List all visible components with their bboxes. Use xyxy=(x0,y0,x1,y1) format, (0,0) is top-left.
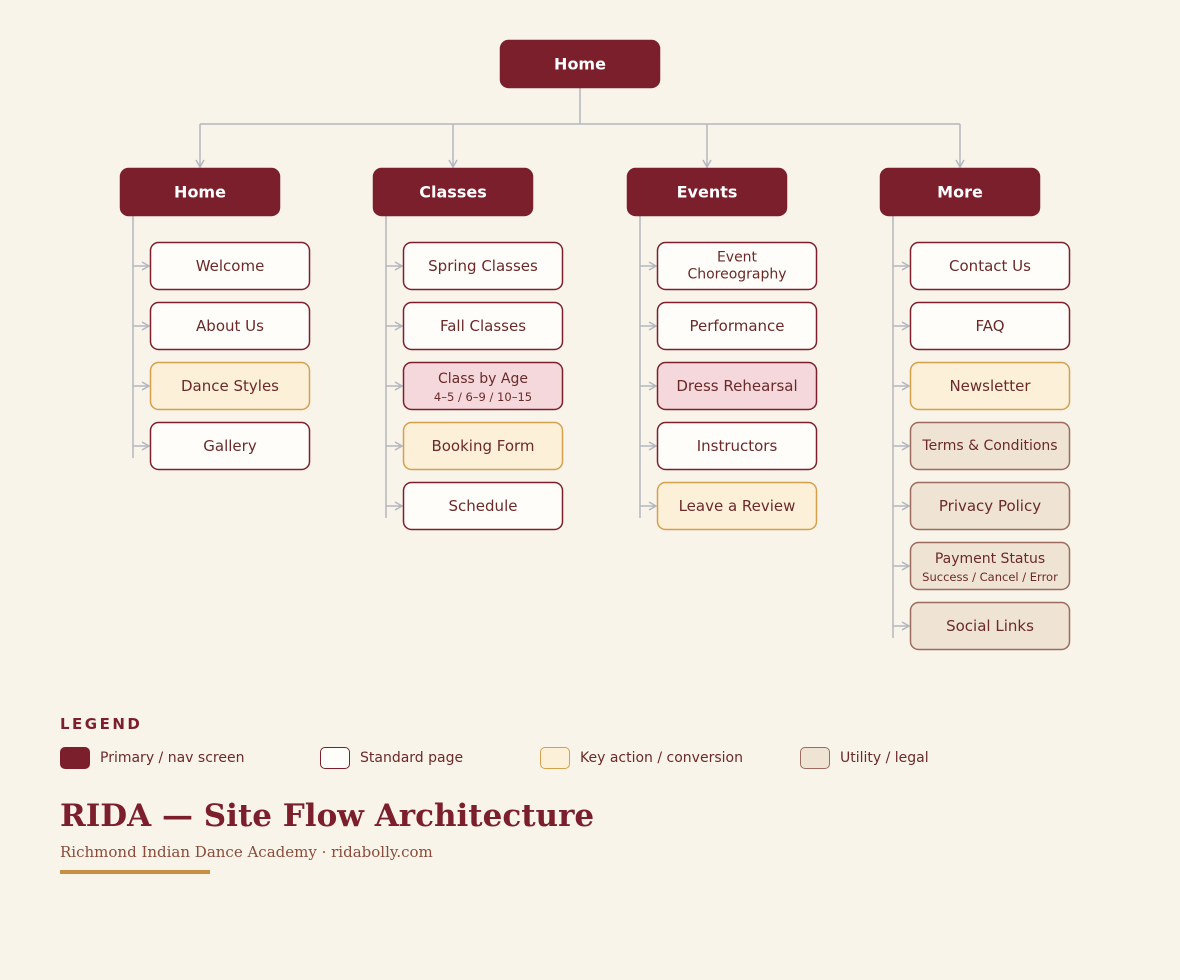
page-node-terms-and-conditions-label: Terms & Conditions xyxy=(921,438,1057,454)
page-node-class-by-age-label: Class by Age xyxy=(438,371,528,387)
title-underline xyxy=(60,870,210,874)
page-node-event-choreography-label-line1: Event xyxy=(717,250,758,266)
section-more-node[interactable]: More xyxy=(879,167,1041,217)
legend-swatch-key-action xyxy=(540,747,570,769)
page-node-gallery-label: Gallery xyxy=(203,437,257,455)
page-node-booking-form[interactable]: Booking Form xyxy=(402,421,564,471)
section-events-node[interactable]: Events xyxy=(626,167,788,217)
section-home-node-label: Home xyxy=(174,183,226,202)
page-title: RIDA — Site Flow Architecture xyxy=(60,798,595,834)
section-events-node-label: Events xyxy=(677,183,738,202)
page-node-spring-classes-label: Spring Classes xyxy=(428,257,538,275)
page-node-performance[interactable]: Performance xyxy=(656,301,818,351)
page-node-faq[interactable]: FAQ xyxy=(909,301,1071,351)
page-node-leave-a-review[interactable]: Leave a Review xyxy=(656,481,818,531)
legend-item-utility: Utility / legal xyxy=(800,747,929,769)
legend-label-key-action: Key action / conversion xyxy=(580,750,743,766)
page-node-leave-a-review-label: Leave a Review xyxy=(679,497,796,515)
page-node-terms-and-conditions[interactable]: Terms & Conditions xyxy=(909,421,1071,471)
page-node-faq-label: FAQ xyxy=(975,317,1004,335)
page-node-payment-status[interactable]: Payment Status Success / Cancel / Error xyxy=(909,541,1071,591)
page-node-welcome[interactable]: Welcome xyxy=(149,241,311,291)
page-node-gallery[interactable]: Gallery xyxy=(149,421,311,471)
section-home-node[interactable]: Home xyxy=(119,167,281,217)
legend-label-utility: Utility / legal xyxy=(840,750,929,766)
page-node-about-us[interactable]: About Us xyxy=(149,301,311,351)
page-node-dance-styles[interactable]: Dance Styles xyxy=(149,361,311,411)
legend-label-standard: Standard page xyxy=(360,750,464,766)
section-classes-node[interactable]: Classes xyxy=(372,167,534,217)
page-node-social-links-label: Social Links xyxy=(946,617,1034,635)
legend-label-primary: Primary / nav screen xyxy=(100,750,245,766)
page-node-fall-classes-label: Fall Classes xyxy=(440,317,526,335)
page-node-dance-styles-label: Dance Styles xyxy=(181,377,279,395)
page-node-performance-label: Performance xyxy=(689,317,784,335)
legend-item-standard: Standard page xyxy=(320,747,463,769)
page-node-booking-form-label: Booking Form xyxy=(431,437,534,455)
site-flow-diagram: Welcome About Us Dance Styles Gallery Home Sp… xyxy=(119,39,1071,651)
page-node-fall-classes[interactable]: Fall Classes xyxy=(402,301,564,351)
section-classes-node-label: Classes xyxy=(419,183,486,202)
page-node-event-choreography-label-line2: Choreography xyxy=(687,267,786,283)
page-node-payment-status-sublabel: Success / Cancel / Error xyxy=(922,570,1058,584)
page-node-newsletter[interactable]: Newsletter xyxy=(909,361,1071,411)
legend-swatch-primary xyxy=(60,747,90,769)
page-node-contact-us[interactable]: Contact Us xyxy=(909,241,1071,291)
page-node-schedule-label: Schedule xyxy=(449,497,518,515)
root-node-home[interactable]: Home xyxy=(499,39,661,89)
page-node-privacy-policy[interactable]: Privacy Policy xyxy=(909,481,1071,531)
page-node-instructors-label: Instructors xyxy=(697,437,778,455)
page-node-welcome-label: Welcome xyxy=(196,257,265,275)
page-node-event-choreography[interactable]: EventChoreography xyxy=(656,241,818,291)
page-node-class-by-age[interactable]: Class by Age 4–5 / 6–9 / 10–15 xyxy=(402,361,564,411)
legend-swatch-standard xyxy=(320,747,350,769)
page-node-payment-status-label: Payment Status xyxy=(935,551,1045,567)
page-node-social-links[interactable]: Social Links xyxy=(909,601,1071,651)
page-node-dress-rehearsal-label: Dress Rehearsal xyxy=(676,377,797,395)
page-node-spring-classes[interactable]: Spring Classes xyxy=(402,241,564,291)
page-node-schedule[interactable]: Schedule xyxy=(402,481,564,531)
page-node-contact-us-label: Contact Us xyxy=(949,257,1031,275)
legend-title: LEGEND xyxy=(60,715,143,733)
page-node-class-by-age-sublabel: 4–5 / 6–9 / 10–15 xyxy=(434,390,532,404)
page-node-privacy-policy-label: Privacy Policy xyxy=(939,497,1041,515)
page-node-newsletter-label: Newsletter xyxy=(949,377,1031,395)
section-more-node-label: More xyxy=(937,183,983,202)
page-node-about-us-label: About Us xyxy=(196,317,264,335)
legend-item-key-action: Key action / conversion xyxy=(540,747,743,769)
page-node-dress-rehearsal[interactable]: Dress Rehearsal xyxy=(656,361,818,411)
page-node-instructors[interactable]: Instructors xyxy=(656,421,818,471)
legend-item-primary: Primary / nav screen xyxy=(60,747,244,769)
page-subtitle: Richmond Indian Dance Academy · ridaboll… xyxy=(60,843,433,861)
legend-swatch-utility xyxy=(800,747,830,769)
root-node-home-label: Home xyxy=(554,55,606,74)
